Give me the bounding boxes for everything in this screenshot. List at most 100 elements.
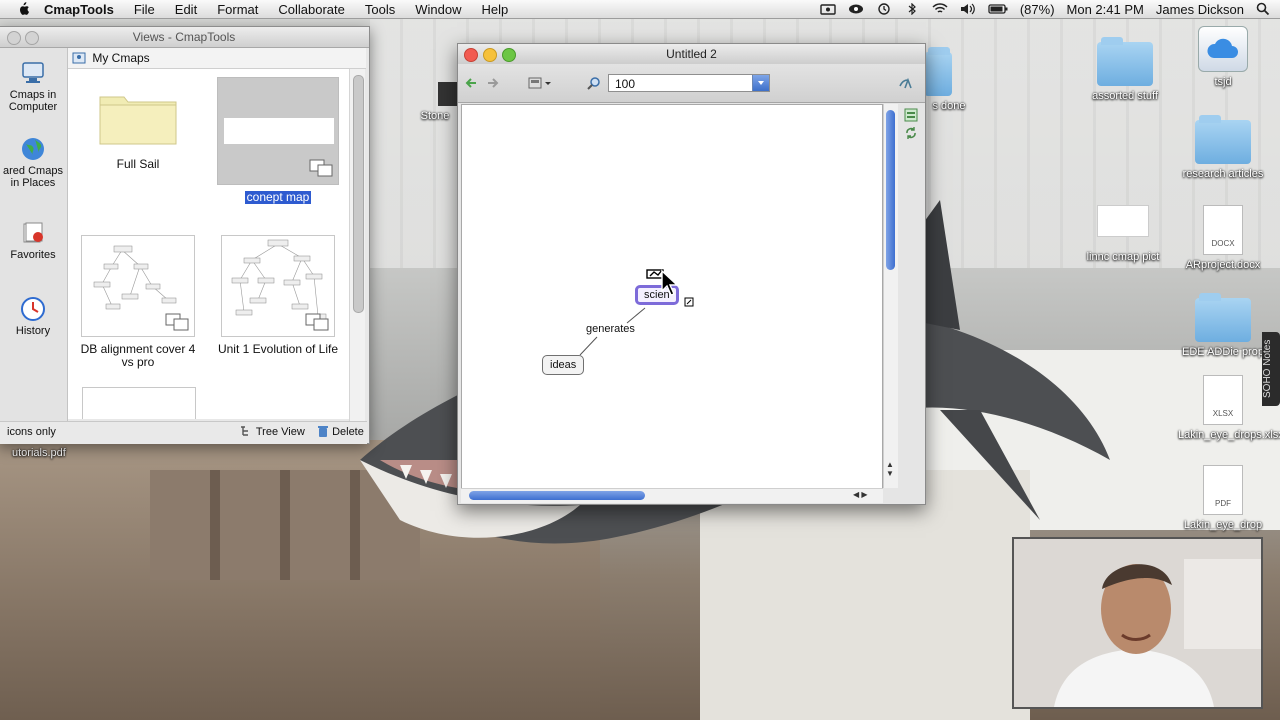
chevron-down-icon[interactable] [752, 75, 769, 91]
battery-percent: (87%) [1019, 1, 1055, 17]
cmap-thumbnail [81, 235, 195, 337]
zoom-select[interactable]: 100 [608, 74, 770, 92]
menu-file[interactable]: File [134, 2, 155, 17]
scrollbar-thumb[interactable] [886, 110, 895, 270]
sidebar-item-favorites[interactable]: Favorites [0, 220, 67, 261]
xlsx-file-icon: XLSX [1203, 375, 1243, 425]
desktop-icon-label: assorted stuff [1092, 90, 1158, 102]
cmap-item-unit-1-evolution[interactable]: Unit 1 Evolution of Life [213, 235, 343, 356]
folder-icon [1097, 37, 1153, 86]
soho-notes-tab[interactable]: SOHO Notes [1262, 332, 1280, 406]
menu-edit[interactable]: Edit [175, 2, 197, 17]
scroll-arrows-icon[interactable]: ◀ ▶ [853, 490, 868, 499]
cmap-canvas[interactable]: generates ideas scien [461, 104, 883, 490]
desktop-icon-tutorials-pdf[interactable]: utorials.pdf [0, 447, 90, 459]
canvas-side-tools [900, 104, 922, 140]
desktop-icon-assorted-stuff[interactable]: assorted stuff [1080, 37, 1170, 102]
views-titlebar[interactable]: Views - CmapTools [0, 27, 369, 48]
sidebar-item-label: Favorites [10, 249, 56, 261]
sidebar-item-label: History [15, 325, 51, 337]
cmap-item-full-sail[interactable]: Full Sail [73, 89, 203, 171]
tree-view-button[interactable]: Tree View [239, 425, 305, 438]
minimize-button[interactable] [483, 48, 497, 62]
delete-label: Delete [332, 426, 364, 438]
cmap-item-conept-map[interactable]: conept map [213, 77, 343, 204]
user-name[interactable]: James Dickson [1156, 2, 1244, 17]
menu-help[interactable]: Help [481, 2, 508, 17]
time-machine-icon[interactable] [876, 3, 892, 15]
folder-icon [924, 47, 952, 96]
volume-icon[interactable] [960, 3, 976, 15]
minimize-button[interactable] [25, 31, 39, 45]
icloud-icon [1198, 26, 1248, 72]
desktop-icon-linnc-cmap-pict[interactable]: linnc cmap pict [1073, 205, 1173, 263]
pdf-file-icon: PDF [1203, 465, 1243, 515]
zoom-magnifier-icon[interactable] [586, 76, 602, 90]
clock[interactable]: Mon 2:41 PM [1067, 2, 1144, 17]
menu-collaborate[interactable]: Collaborate [278, 2, 345, 17]
eye-icon[interactable] [848, 3, 864, 15]
delete-button[interactable]: Delete [317, 425, 364, 438]
spotlight-search-icon[interactable] [1256, 2, 1270, 16]
window-title: Untitled 2 [666, 47, 717, 61]
app-menu[interactable]: CmapTools [44, 2, 114, 17]
sidebar-item-label: ared Cmaps in Places [3, 165, 63, 189]
resize-handle-icon[interactable] [684, 297, 694, 307]
cmap-item-db-alignment[interactable]: DB alignment cover 4 vs pro [73, 235, 203, 369]
view-mode-label[interactable]: icons only [7, 426, 56, 438]
close-button[interactable] [464, 48, 478, 62]
editor-titlebar[interactable]: Untitled 2 [458, 44, 925, 64]
desktop-icon-stone[interactable]: Stone [400, 82, 468, 122]
link-phrase-generates[interactable]: generates [586, 323, 635, 335]
desktop-icon-research-articles[interactable]: research articles [1178, 115, 1268, 180]
menu-tools[interactable]: Tools [365, 2, 395, 17]
desktop-icon-arproject-docx[interactable]: DOCX ARproject.docx [1178, 205, 1268, 271]
cmap-item-label: conept map [244, 190, 312, 204]
tree-view-icon [241, 426, 248, 436]
view-options-icon[interactable] [528, 76, 552, 90]
folder-icon [99, 96, 177, 145]
bluetooth-icon[interactable] [904, 3, 920, 15]
scrollbar-thumb[interactable] [353, 75, 364, 313]
favorites-icon [23, 222, 43, 243]
screen-recorder-icon[interactable] [820, 3, 836, 15]
cmap-browser: Full Sail conept map DB alignment cover … [68, 69, 349, 419]
battery-icon[interactable] [988, 3, 1008, 15]
window-title: Views - CmapTools [132, 30, 236, 44]
scrollbar-thumb[interactable] [469, 491, 645, 500]
back-arrow-icon[interactable] [464, 76, 480, 90]
location-title: My Cmaps [92, 51, 150, 65]
sidebar-item-history[interactable]: History [0, 296, 67, 337]
styles-palette-icon[interactable] [904, 108, 918, 122]
menu-window[interactable]: Window [415, 2, 461, 17]
sidebar-item-shared-cmaps[interactable]: ared Cmaps in Places [0, 136, 67, 189]
views-footer: icons only Tree View Delete [0, 421, 367, 444]
desktop-icon-label: Lakin_eye_drops.xlsx [1178, 429, 1280, 441]
sidebar-item-cmaps-in-computer[interactable]: Cmaps in Computer [0, 60, 67, 113]
canvas-horizontal-scrollbar[interactable]: ◀ ▶ [461, 488, 883, 503]
views-sidebar: Cmaps in Computer ared Cmaps in Places F… [0, 48, 68, 422]
menu-format[interactable]: Format [217, 2, 258, 17]
sync-icon[interactable] [904, 126, 918, 140]
tree-view-label: Tree View [255, 426, 305, 438]
wifi-icon[interactable] [932, 3, 948, 15]
zoom-button[interactable] [502, 48, 516, 62]
desktop-icon-tsjd[interactable]: tsjd [1178, 26, 1268, 88]
webcam-overlay [1012, 537, 1263, 709]
cmap-item-partial[interactable] [82, 387, 196, 419]
cmap-badge-icon [309, 159, 333, 177]
desktop-icon-lakin-eye-drop-pdf[interactable]: PDF Lakin_eye_drop [1178, 465, 1268, 531]
apple-menu-icon[interactable] [16, 2, 30, 16]
docx-file-icon: DOCX [1203, 205, 1243, 255]
close-button[interactable] [7, 31, 21, 45]
desktop-icon-label: Lakin_eye_drop [1183, 519, 1263, 531]
canvas-vertical-scrollbar[interactable]: ▲ ▼ [883, 104, 898, 488]
link-line-upper [626, 307, 646, 324]
desktop-icon-lakin-eye-drops-xlsx[interactable]: XLSX Lakin_eye_drops.xlsx [1178, 375, 1280, 441]
desktop-icon-ede-addie-prop[interactable]: EDE ADDie prop [1178, 293, 1268, 358]
scroll-arrows-icon[interactable]: ▲▼ [886, 460, 894, 478]
views-scrollbar[interactable]: ▲▼ [349, 69, 365, 443]
forward-arrow-icon[interactable] [484, 76, 500, 90]
collaborate-icon[interactable] [898, 76, 914, 90]
concept-ideas[interactable]: ideas [542, 355, 585, 375]
